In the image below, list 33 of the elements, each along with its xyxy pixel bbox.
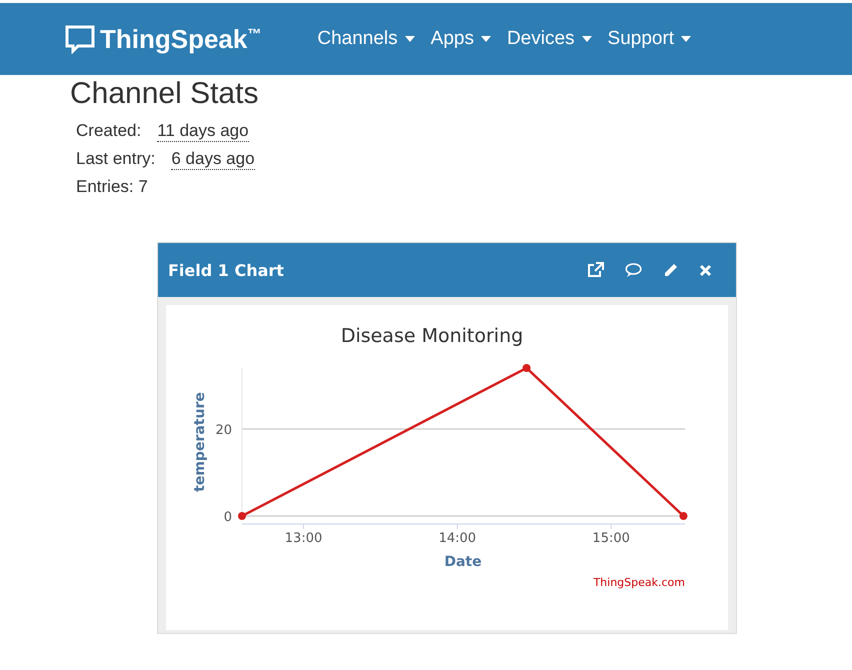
y-axis-title: temperature — [192, 392, 208, 492]
comment-icon[interactable] — [625, 262, 642, 278]
brand-logo-text[interactable]: ThingSpeak$^{™}$ — [100, 24, 262, 54]
x-axis-title: Date — [444, 554, 482, 570]
x-tick-label: 13:00 — [284, 531, 322, 546]
stat-value: 11 days ago — [157, 121, 249, 142]
panel-title: Field 1 Chart — [168, 260, 284, 280]
stat-label: Last entry: — [76, 149, 156, 170]
pencil-icon[interactable] — [663, 262, 678, 278]
speech-bubble-icon — [64, 24, 96, 54]
stat-value: 6 days ago — [171, 149, 255, 170]
data-point — [679, 512, 688, 520]
caret-icon — [582, 36, 592, 42]
caret-icon — [681, 36, 692, 42]
nav-menu[interactable]: Channels — [317, 28, 415, 50]
data-point — [522, 364, 531, 372]
external-link-icon[interactable] — [587, 262, 604, 278]
data-point — [238, 512, 246, 520]
nav-menu[interactable]: Apps — [430, 28, 491, 50]
nav-menu[interactable]: Support — [608, 28, 692, 50]
x-tick-label: 14:00 — [438, 531, 476, 546]
x-tick-label: 15:00 — [592, 531, 630, 546]
close-icon[interactable] — [699, 264, 712, 276]
caret-icon — [404, 36, 415, 42]
credit-link[interactable]: ThingSpeak.com — [593, 576, 685, 589]
caret-icon — [480, 36, 491, 42]
stat-label: Created: — [76, 121, 142, 142]
section-title: Channel Stats — [70, 77, 260, 111]
stat-label: Entries: 7 — [76, 177, 148, 197]
chart-title: Disease Monitoring — [340, 325, 524, 347]
y-tick-label: 0 — [224, 510, 232, 525]
y-tick-label: 20 — [215, 422, 232, 438]
nav-menu[interactable]: Devices — [506, 28, 592, 50]
